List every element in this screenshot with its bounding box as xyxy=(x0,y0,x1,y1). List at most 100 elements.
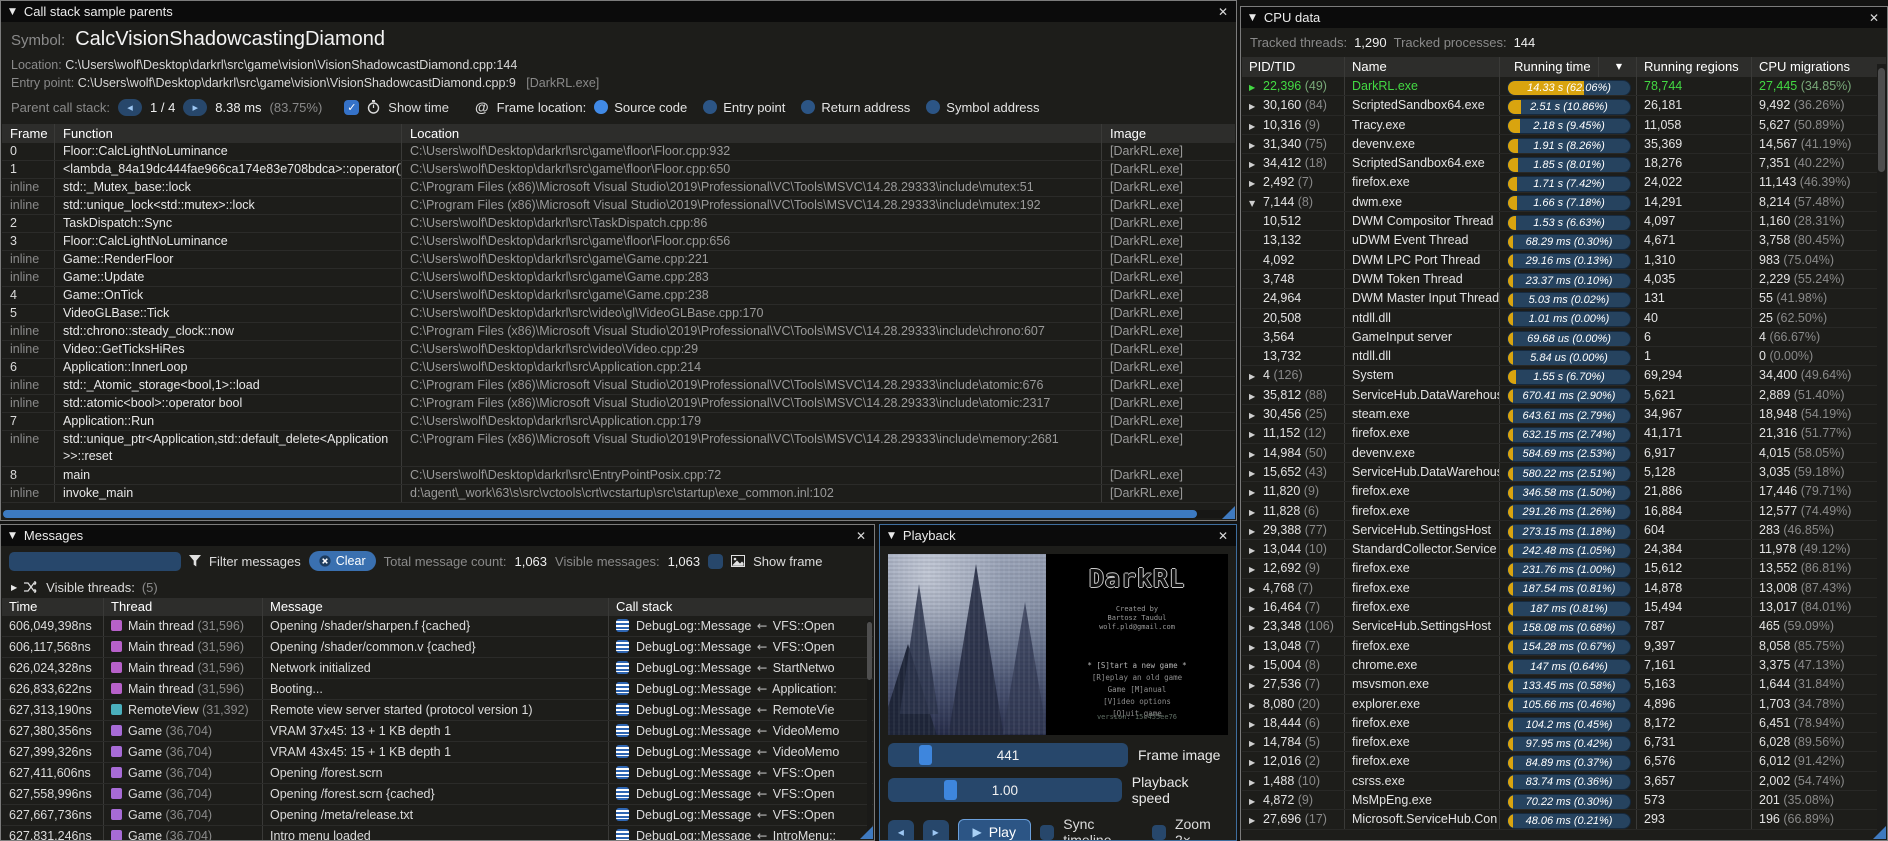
expand-icon[interactable]: ▶ xyxy=(1249,156,1263,172)
expand-icon[interactable]: ▶ xyxy=(1249,697,1263,713)
close-icon[interactable]: ✕ xyxy=(1218,529,1228,543)
message-callstack[interactable]: DebugLog::Message ← VFS::Open xyxy=(609,784,873,804)
expand-icon[interactable]: ▶ xyxy=(1249,793,1263,809)
col-name[interactable]: Name xyxy=(1345,57,1500,77)
collapse-icon[interactable]: ▼ xyxy=(888,531,895,541)
cpu-row[interactable]: ▶35,812 (88)ServiceHub.DataWarehous670.4… xyxy=(1242,386,1886,405)
close-icon[interactable]: ✕ xyxy=(1218,5,1228,19)
expand-icon[interactable]: ▶ xyxy=(1249,446,1263,462)
expand-icon[interactable]: ▶ xyxy=(1249,619,1263,635)
expand-icon[interactable]: ▶ xyxy=(1249,426,1263,442)
message-row[interactable]: 627,411,606nsGame (36,704)Opening /fores… xyxy=(2,763,873,784)
callstack-row[interactable]: 0Floor::CalcLightNoLuminanceC:\Users\wol… xyxy=(2,143,1235,161)
expand-icon[interactable]: ▶ xyxy=(1249,504,1263,520)
prev-callstack-button[interactable]: ◂ xyxy=(118,99,142,116)
expand-icon[interactable]: ▶ xyxy=(1249,465,1263,481)
col-cpu-migrations[interactable]: CPU migrations xyxy=(1752,57,1886,77)
expand-icon[interactable]: ▶ xyxy=(1249,79,1263,95)
callstack-row[interactable]: 8mainC:\Users\wolf\Desktop\darkrl\src\En… xyxy=(2,467,1235,485)
col-time[interactable]: Time xyxy=(2,598,104,616)
resize-grip[interactable] xyxy=(860,826,873,839)
col-function[interactable]: Function xyxy=(55,124,402,143)
collapse-icon[interactable]: ▼ xyxy=(1249,13,1256,23)
expand-icon[interactable]: ▶ xyxy=(1249,677,1263,693)
cpu-row[interactable]: ▶30,160 (84)ScriptedSandbox64.exe2.51 s … xyxy=(1242,96,1886,115)
vertical-scrollbar[interactable] xyxy=(867,620,872,832)
callstack-row[interactable]: inlineVideo::GetTicksHiResC:\Users\wolf\… xyxy=(2,341,1235,359)
radio-source-code[interactable] xyxy=(594,100,608,114)
cpu-titlebar[interactable]: ▼ CPU data ✕ xyxy=(1241,7,1887,28)
cpu-row[interactable]: ▶30,456 (25)steam.exe643.61 ms (2.79%)34… xyxy=(1242,405,1886,424)
cpu-row[interactable]: 24,964 DWM Master Input Thread5.03 ms (0… xyxy=(1242,289,1886,308)
message-row[interactable]: 627,558,996nsGame (36,704)Opening /fores… xyxy=(2,784,873,805)
cpu-row[interactable]: ▶12,692 (9)firefox.exe231.76 ms (1.00%)1… xyxy=(1242,559,1886,578)
expand-icon[interactable]: ▶ xyxy=(1249,658,1263,674)
cpu-row[interactable]: ▶11,152 (12)firefox.exe632.15 ms (2.74%)… xyxy=(1242,424,1886,443)
vertical-scrollbar[interactable] xyxy=(1877,64,1886,838)
cpu-row[interactable]: 4,092 DWM LPC Port Thread29.16 ms (0.13%… xyxy=(1242,251,1886,270)
cpu-row[interactable]: ▶29,388 (77)ServiceHub.SettingsHost273.1… xyxy=(1242,521,1886,540)
expand-icon[interactable]: ▶ xyxy=(1249,639,1263,655)
callstack-titlebar[interactable]: ▼ Call stack sample parents ✕ xyxy=(1,1,1236,22)
cpu-row[interactable]: ▶14,784 (5)firefox.exe97.95 ms (0.42%)6,… xyxy=(1242,733,1886,752)
resize-grip[interactable] xyxy=(1873,826,1886,839)
show-time-checkbox[interactable]: ✓ xyxy=(344,100,359,115)
callstack-row[interactable]: 3Floor::CalcLightNoLuminanceC:\Users\wol… xyxy=(2,233,1235,251)
callstack-row[interactable]: inlineGame::RenderFloorC:\Users\wolf\Des… xyxy=(2,251,1235,269)
message-row[interactable]: 626,024,328nsMain thread (31,596)Network… xyxy=(2,658,873,679)
cpu-row[interactable]: ▶12,016 (2)firefox.exe84.89 ms (0.37%)6,… xyxy=(1242,752,1886,771)
cpu-row[interactable]: ▶31,340 (75)devenv.exe1.91 s (8.26%)35,3… xyxy=(1242,135,1886,154)
message-callstack[interactable]: DebugLog::Message ← Application: xyxy=(609,679,873,699)
scrollbar-thumb[interactable] xyxy=(867,622,872,680)
expand-icon[interactable]: ▶ xyxy=(1249,812,1263,828)
play-button[interactable]: ▶ Play xyxy=(958,819,1031,841)
resize-grip[interactable] xyxy=(1222,506,1235,519)
cpu-row[interactable]: ▶23,348 (106)ServiceHub.SettingsHost158.… xyxy=(1242,617,1886,636)
expand-icon[interactable]: ▶ xyxy=(1249,716,1263,732)
expand-icon[interactable]: ▶ xyxy=(1249,98,1263,114)
callstack-row[interactable]: 4Game::OnTickC:\Users\wolf\Desktop\darkr… xyxy=(2,287,1235,305)
radio-return-address[interactable] xyxy=(801,100,815,114)
message-row[interactable]: 627,313,190nsRemoteView (31,392)Remote v… xyxy=(2,700,873,721)
message-callstack[interactable]: DebugLog::Message ← VFS::Open xyxy=(609,616,873,636)
col-thread[interactable]: Thread xyxy=(104,598,263,616)
close-icon[interactable]: ✕ xyxy=(1869,11,1879,25)
expand-icon[interactable]: ▼ xyxy=(1249,195,1263,211)
callstack-row[interactable]: 1<lambda_84a19dc444fae966ca174e83e708bdc… xyxy=(2,161,1235,179)
cpu-row[interactable]: ▶15,004 (8)chrome.exe147 ms (0.64%)7,161… xyxy=(1242,656,1886,675)
message-row[interactable]: 627,831,246nsGame (36,704)Intro menu loa… xyxy=(2,826,873,841)
sync-timeline-checkbox[interactable] xyxy=(1040,825,1054,840)
callstack-row[interactable]: inlinestd::unique_ptr<Application,std::d… xyxy=(2,431,1235,467)
cpu-row[interactable]: ▶11,820 (9)firefox.exe346.58 ms (1.50%)2… xyxy=(1242,482,1886,501)
message-callstack[interactable]: DebugLog::Message ← VFS::Open xyxy=(609,763,873,783)
expand-icon[interactable]: ▶ xyxy=(1249,754,1263,770)
message-callstack[interactable]: DebugLog::Message ← RemoteVie xyxy=(609,700,873,720)
cpu-row[interactable]: ▶34,412 (18)ScriptedSandbox64.exe1.85 s … xyxy=(1242,154,1886,173)
frame-image-slider[interactable]: 441 xyxy=(888,743,1128,767)
message-row[interactable]: 627,380,356nsGame (36,704)VRAM 37x45: 13… xyxy=(2,721,873,742)
cpu-row[interactable]: ▶27,696 (17)Microsoft.ServiceHub.Con48.0… xyxy=(1242,810,1886,829)
message-row[interactable]: 606,117,568nsMain thread (31,596)Opening… xyxy=(2,637,873,658)
collapse-icon[interactable]: ▼ xyxy=(9,7,16,17)
cpu-row[interactable]: 20,508 ntdll.dll1.01 ms (0.00%)4025 (62.… xyxy=(1242,309,1886,328)
radio-entry-point[interactable] xyxy=(703,100,717,114)
cpu-row[interactable]: ▶1,488 (10)csrss.exe83.74 ms (0.36%)3,65… xyxy=(1242,772,1886,791)
callstack-row[interactable]: inlineGame::UpdateC:\Users\wolf\Desktop\… xyxy=(2,269,1235,287)
message-callstack[interactable]: DebugLog::Message ← VFS::Open xyxy=(609,805,873,825)
next-callstack-button[interactable]: ▸ xyxy=(183,99,207,116)
cpu-row[interactable]: ▶14,984 (50)devenv.exe584.69 ms (2.53%)6… xyxy=(1242,444,1886,463)
callstack-row[interactable]: 2TaskDispatch::SyncC:\Users\wolf\Desktop… xyxy=(2,215,1235,233)
cpu-row[interactable]: ▶4 (126)System1.55 s (6.70%)69,29434,400… xyxy=(1242,366,1886,385)
expand-icon[interactable]: ▶ xyxy=(1249,484,1263,500)
message-row[interactable]: 627,667,736nsGame (36,704)Opening /meta/… xyxy=(2,805,873,826)
expand-icon[interactable]: ▶ xyxy=(1249,774,1263,790)
callstack-row[interactable]: 6Application::InnerLoopC:\Users\wolf\Des… xyxy=(2,359,1235,377)
cpu-row[interactable]: 10,512 DWM Compositor Thread1.53 s (6.63… xyxy=(1242,212,1886,231)
cpu-row[interactable]: ▶15,652 (43)ServiceHub.DataWarehous580.2… xyxy=(1242,463,1886,482)
callstack-row[interactable]: 5VideoGLBase::TickC:\Users\wolf\Desktop\… xyxy=(2,305,1235,323)
callstack-row[interactable]: inlinestd::_Mutex_base::lockC:\Program F… xyxy=(2,179,1235,197)
message-callstack[interactable]: DebugLog::Message ← VideoMemo xyxy=(609,721,873,741)
expand-icon[interactable]: ▶ xyxy=(1249,388,1263,404)
callstack-row[interactable]: inlinestd::_Atomic_storage<bool,1>::load… xyxy=(2,377,1235,395)
messages-titlebar[interactable]: ▼ Messages ✕ xyxy=(1,525,874,546)
